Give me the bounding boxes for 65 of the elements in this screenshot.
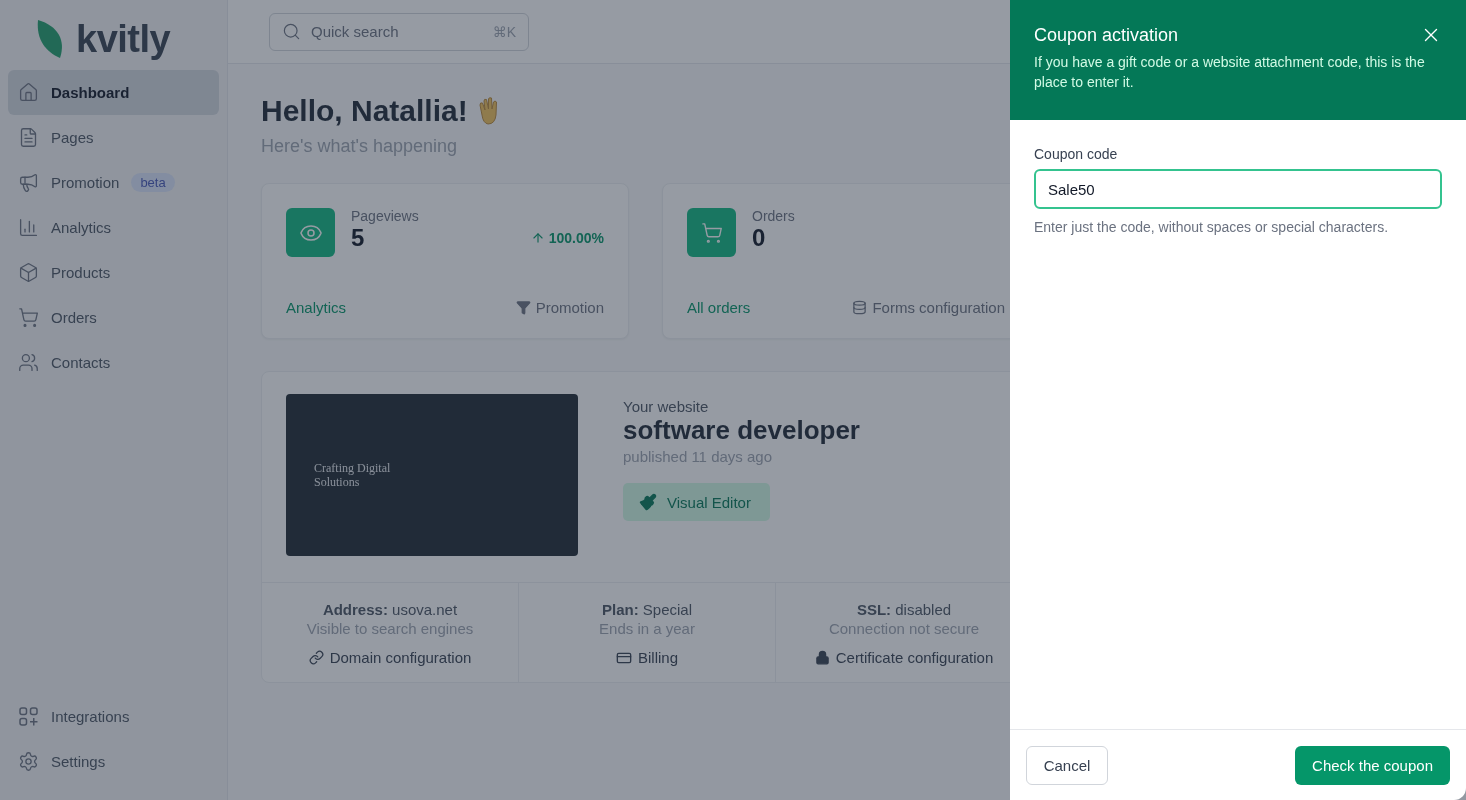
box-icon xyxy=(18,262,39,283)
sidebar-item[interactable]: Analytics xyxy=(8,205,219,250)
detail-value: Address: usova.net xyxy=(322,601,458,618)
drawer-title: Coupon activation xyxy=(1034,24,1179,46)
sidebar-item[interactable]: Dashboard xyxy=(8,70,219,115)
coupon-code-field[interactable]: Sale50 xyxy=(1034,169,1442,209)
stat-label: Orders xyxy=(752,208,796,224)
stack-icon xyxy=(852,299,868,315)
sidebar-label: Integrations xyxy=(51,708,130,725)
detail-value: Plan: Special xyxy=(601,601,693,618)
cart-icon xyxy=(18,307,39,328)
sidebar-item[interactable]: Pages xyxy=(8,115,219,160)
detail-value: SSL: disabled xyxy=(856,601,952,618)
website-name: software developer xyxy=(623,415,860,446)
home-icon xyxy=(18,82,39,103)
sidebar-label: Dashboard xyxy=(51,84,130,101)
sidebar-label: Promotion xyxy=(51,174,120,191)
greeting-title: Hello, Natallia! xyxy=(261,94,468,128)
sidebar-item[interactable]: Settings xyxy=(8,739,219,784)
brush-icon xyxy=(639,493,657,511)
card-secondary-link[interactable]: Forms configuration xyxy=(852,298,1005,316)
cancel-button[interactable]: Cancel xyxy=(1026,746,1108,785)
document-icon xyxy=(18,127,39,148)
bar-chart-icon xyxy=(18,217,39,238)
check-coupon-button[interactable]: Check the coupon xyxy=(1295,746,1450,785)
sidebar-label: Contacts xyxy=(51,354,111,371)
website-caption: Your website xyxy=(623,398,710,415)
card-link[interactable]: All orders xyxy=(687,298,751,316)
brand-name: kvitly xyxy=(76,17,171,61)
megaphone-icon xyxy=(18,172,39,193)
drawer-description: If you have a gift code or a website attachment code, this is the place to enter it. xyxy=(1034,53,1426,93)
funnel-icon xyxy=(515,299,531,315)
card-secondary-link[interactable]: Promotion xyxy=(515,298,604,316)
field-label: Coupon code xyxy=(1034,146,1119,162)
squares-plus-icon xyxy=(18,706,39,727)
sidebar-label: Analytics xyxy=(51,219,112,236)
search-icon xyxy=(282,22,301,41)
card-link[interactable]: Analytics xyxy=(286,298,347,316)
settings-icon xyxy=(18,751,39,772)
sidebar-item[interactable]: Integrations xyxy=(8,694,219,739)
stat-value: 5 xyxy=(351,224,365,252)
sidebar-label: Settings xyxy=(51,753,106,770)
users-icon xyxy=(18,352,39,373)
detail-link[interactable]: Billing xyxy=(616,649,678,666)
visual-editor-button[interactable]: Visual Editor xyxy=(623,483,770,521)
arrow-up-icon xyxy=(530,231,545,245)
sidebar-item[interactable]: Promotion beta xyxy=(8,160,219,205)
cart-icon xyxy=(700,221,723,244)
beta-badge: beta xyxy=(131,173,175,192)
detail-link[interactable]: Domain configuration xyxy=(308,649,472,666)
stat-label: Pageviews xyxy=(351,208,420,224)
sidebar-label: Products xyxy=(51,264,111,281)
stat-value: 0 xyxy=(752,224,766,252)
link-icon xyxy=(308,650,324,665)
preview-heading: Crafting Digital Solutions xyxy=(314,460,392,490)
sidebar-item[interactable]: Orders xyxy=(8,295,219,340)
change-value: 100.00% xyxy=(548,230,604,246)
search-placeholder: Quick search xyxy=(311,23,400,40)
lock-icon xyxy=(814,650,830,665)
sidebar-item[interactable]: Products xyxy=(8,250,219,295)
sidebar-item[interactable]: Contacts xyxy=(8,340,219,385)
field-hint: Enter just the code, without spaces or special characters. xyxy=(1034,219,1390,235)
detail-link[interactable]: Certificate configuration xyxy=(814,649,994,666)
sidebar-label: Pages xyxy=(51,129,94,146)
sidebar-label: Orders xyxy=(51,309,97,326)
